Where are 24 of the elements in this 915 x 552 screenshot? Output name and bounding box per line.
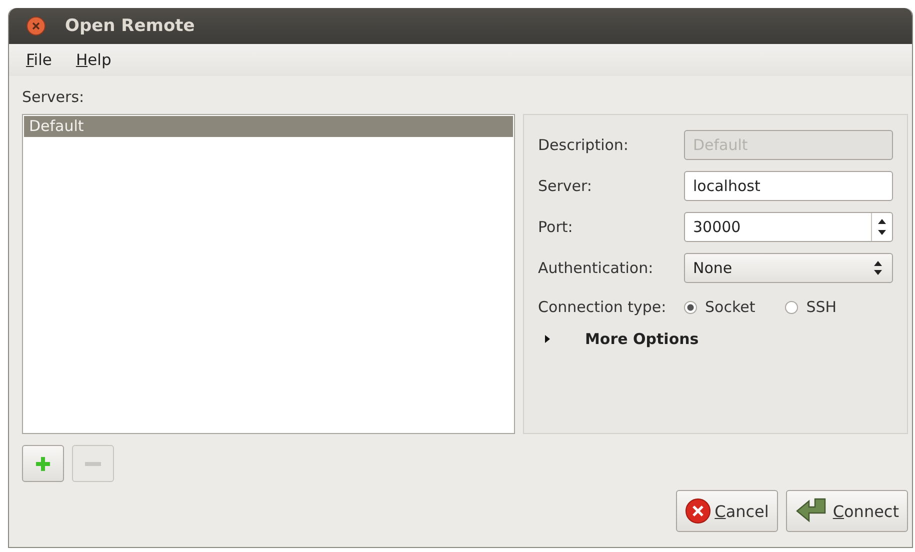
field-label: Connection type:	[538, 298, 668, 316]
window-title: Open Remote	[65, 16, 195, 36]
connect-button[interactable]: Connect	[786, 490, 908, 532]
plus-icon	[34, 454, 52, 472]
text-field[interactable]: localhost	[684, 171, 893, 201]
field-label: Description:	[538, 136, 630, 154]
close-icon[interactable]	[26, 16, 46, 36]
servers-label: Servers:	[22, 88, 86, 108]
radio-option[interactable]: Socket	[684, 298, 756, 316]
menu-item[interactable]: File	[26, 51, 52, 69]
cancel-button[interactable]: Cancel	[676, 490, 778, 532]
spin-value: 30000	[693, 218, 742, 236]
field-label: Server:	[538, 177, 593, 195]
expander[interactable]: More Options	[538, 330, 893, 348]
add-button[interactable]	[22, 445, 64, 482]
menu-item[interactable]: Help	[76, 51, 112, 69]
minus-icon	[84, 460, 102, 466]
updown-icon	[872, 259, 884, 277]
spin-field[interactable]: 30000	[684, 212, 893, 242]
dropdown[interactable]: None	[684, 253, 893, 283]
field-label: Port:	[538, 218, 574, 236]
radio-option[interactable]: SSH	[785, 298, 837, 316]
field-label: Authentication:	[538, 259, 654, 277]
cancel-icon	[684, 498, 711, 524]
